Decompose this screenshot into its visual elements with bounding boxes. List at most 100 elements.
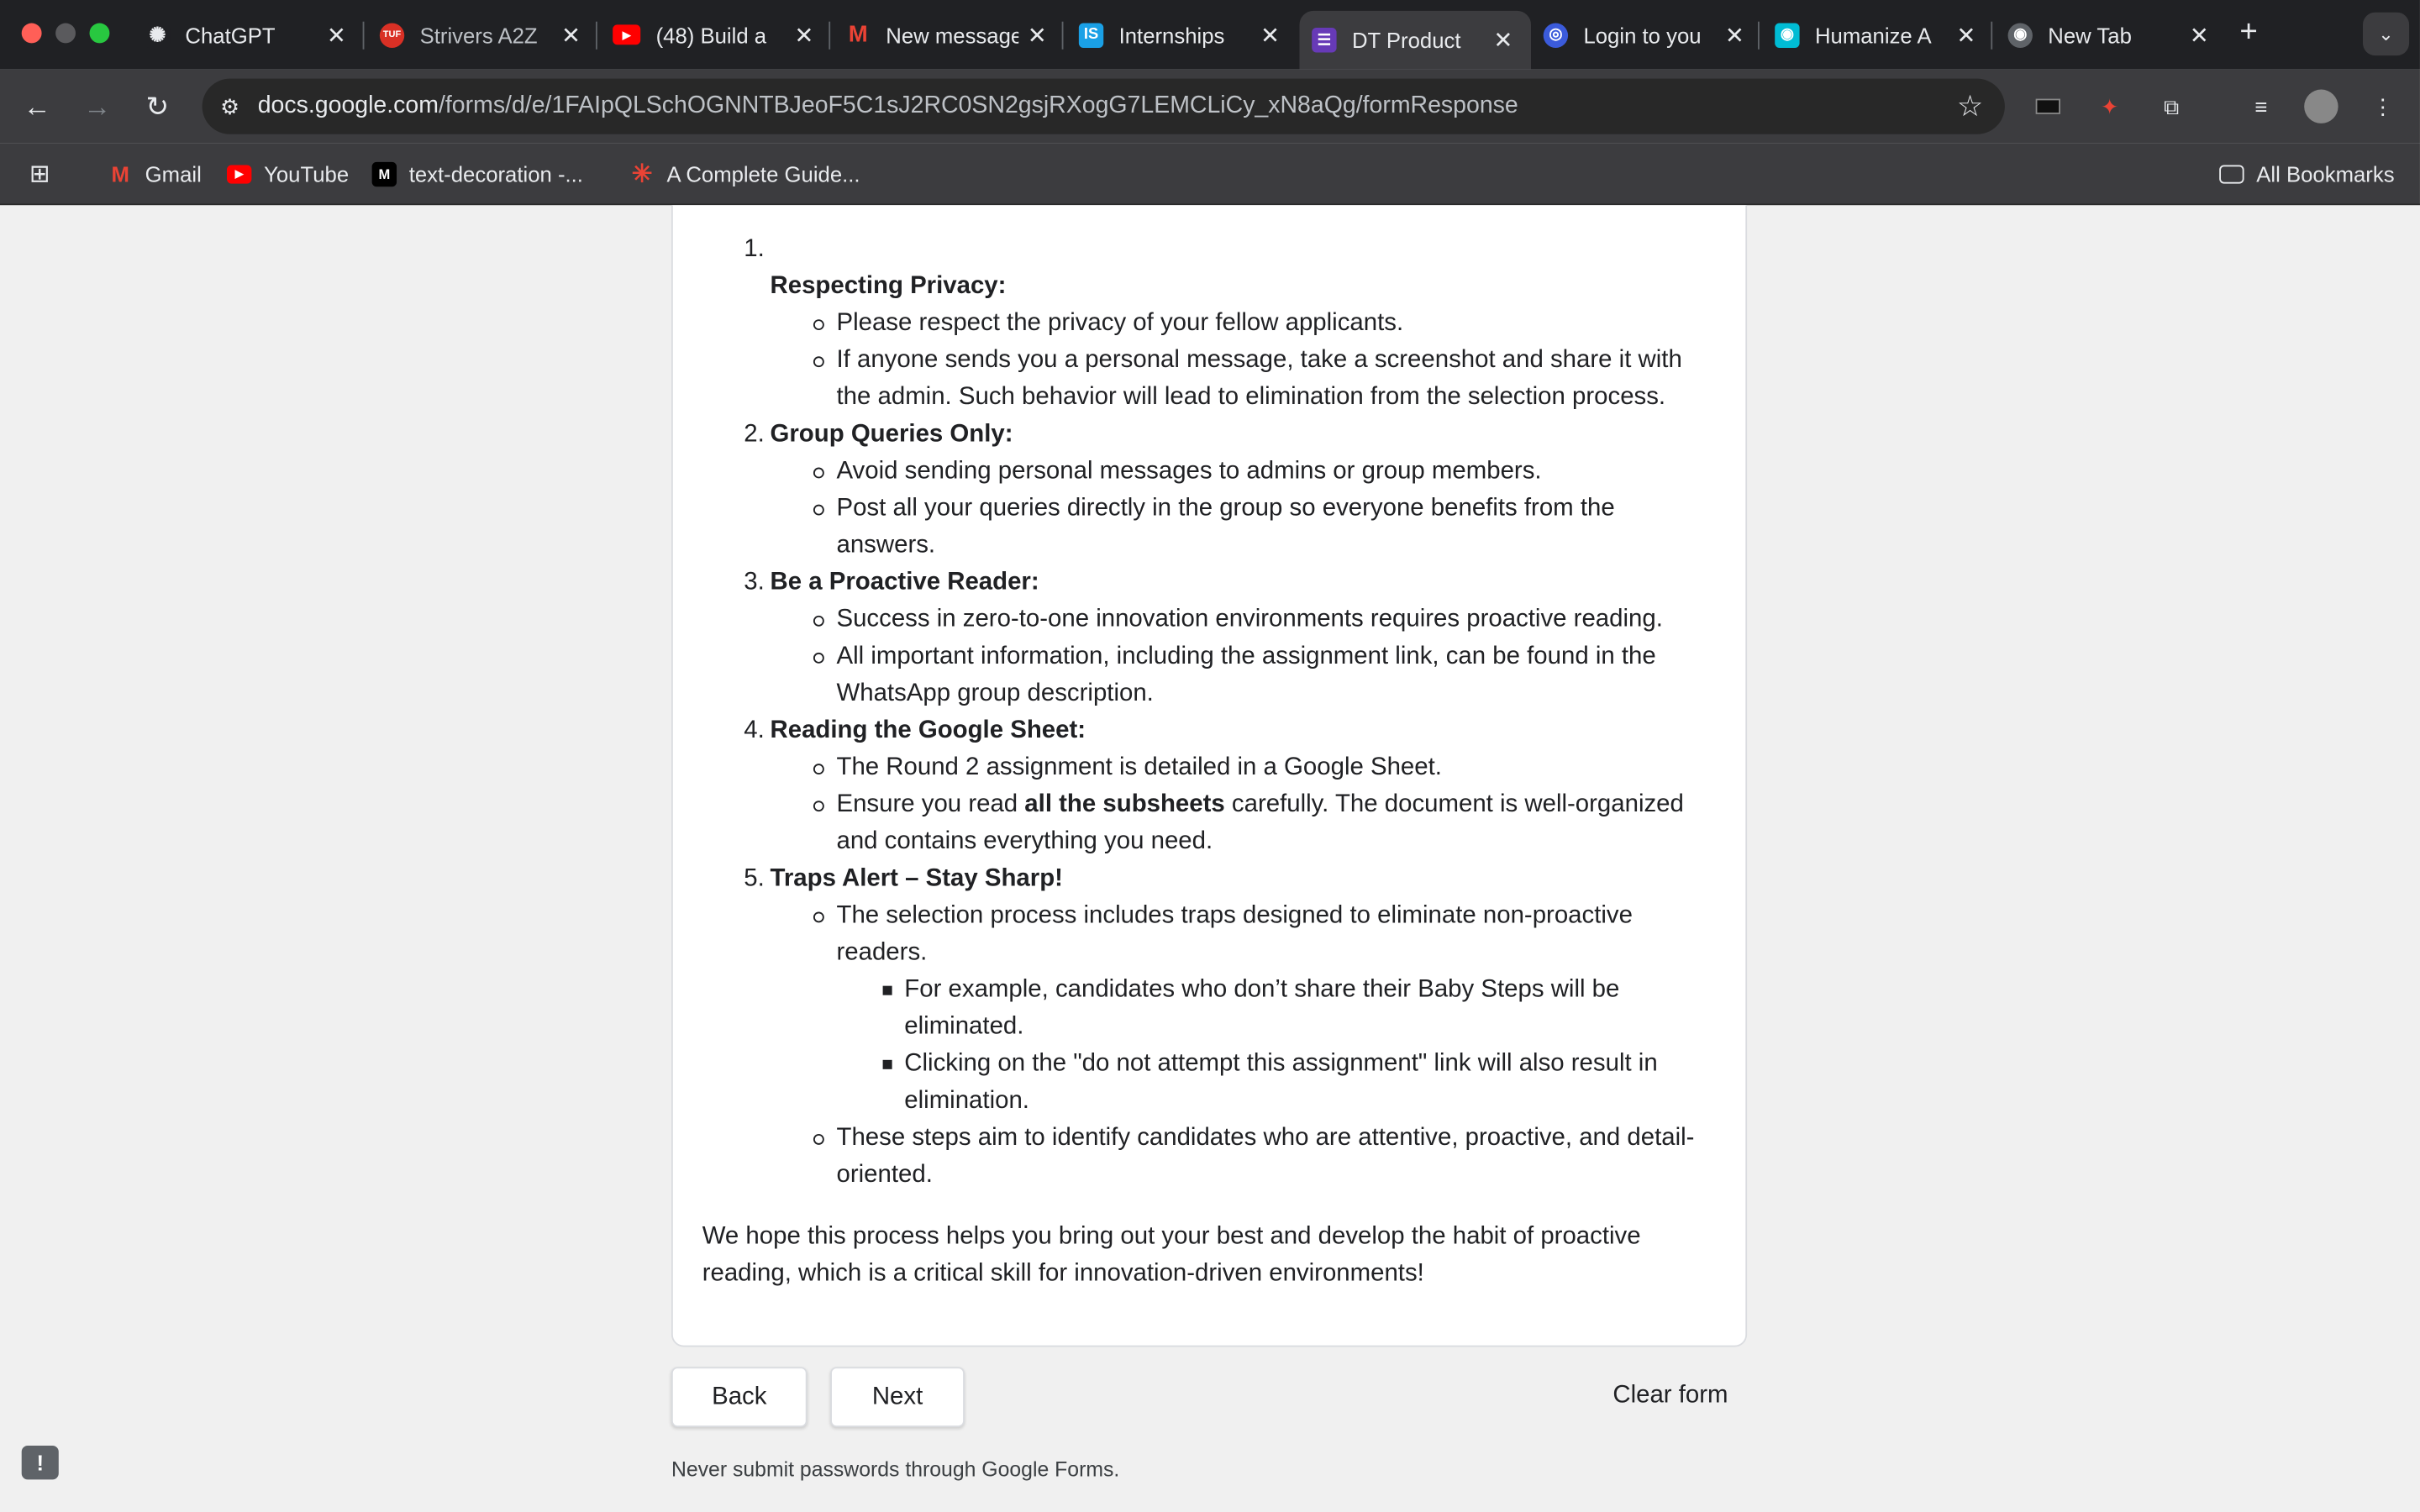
bullet-list: Success in zero-to-one innovation enviro…	[771, 601, 1706, 712]
bullet-list: The Round 2 assignment is detailed in a …	[771, 750, 1706, 861]
item-title: Reading the Google Sheet:	[770, 717, 1086, 744]
bullet-list: Avoid sending personal messages to admin…	[771, 454, 1706, 564]
bookmark-label: text-decoration -...	[408, 161, 583, 187]
item-number: 2.	[744, 421, 765, 448]
list-item: 3. Be a Proactive Reader: Success in zer…	[702, 564, 1706, 712]
media-controls-icon[interactable]: ≡	[2244, 90, 2278, 123]
tab-separator	[1991, 21, 1993, 50]
tab-youtube[interactable]: ▶ (48) Build a ✕	[600, 11, 832, 59]
close-icon[interactable]: ✕	[1716, 21, 1753, 49]
close-icon[interactable]: ✕	[786, 21, 823, 49]
close-icon[interactable]: ✕	[553, 21, 590, 49]
tab-gmail[interactable]: M New message ✕	[834, 11, 1065, 59]
back-icon[interactable]: ←	[18, 88, 55, 125]
bookmark-text-decoration[interactable]: M text-decoration -...	[371, 159, 583, 190]
mdn-icon: M	[371, 161, 397, 187]
maximize-window-button[interactable]	[89, 23, 110, 44]
tab-separator	[1758, 21, 1760, 50]
browser-toolbar: ← → ↻ ⚙ docs.google.com/forms/d/e/1FAIpQ…	[0, 69, 2420, 144]
new-tab-button[interactable]: +	[2232, 15, 2265, 49]
close-icon[interactable]: ✕	[2181, 21, 2217, 49]
bookmarks-bar: ⊞ M Gmail ▶ YouTube M text-decoration -.…	[0, 143, 2420, 206]
bold-text: all the subsheets	[1024, 791, 1225, 818]
close-icon[interactable]: ✕	[1948, 21, 1985, 49]
chatgpt-icon: ✺	[145, 22, 171, 48]
gmail-icon: M	[848, 21, 868, 48]
site-settings-icon[interactable]: ⚙	[203, 79, 258, 134]
bookmark-star-icon[interactable]: ☆	[1957, 90, 1983, 125]
bookmark-gmail[interactable]: M Gmail	[108, 159, 202, 190]
address-bar[interactable]: ⚙ docs.google.com/forms/d/e/1FAIpQLSchOG…	[202, 78, 2005, 134]
more-menu-icon[interactable]: ⋮	[2366, 90, 2400, 123]
tuf-icon: TUF	[379, 22, 405, 48]
tab-internships[interactable]: IS Internships ✕	[1066, 11, 1298, 59]
profile-avatar-icon[interactable]	[2304, 89, 2338, 123]
apps-grid-icon[interactable]: ⊞	[29, 159, 50, 190]
list-item: 2. Group Queries Only: Avoid sending per…	[702, 417, 1706, 564]
item-number: 5.	[744, 865, 765, 892]
tab-humanize[interactable]: ◉ Humanize A ✕	[1763, 11, 1995, 59]
minimize-window-button[interactable]	[55, 23, 76, 44]
tab-title: Login to you	[1583, 22, 1702, 48]
closing-paragraph: We hope this process helps you bring out…	[702, 1223, 1641, 1287]
bullet-item: These steps aim to identify candidates w…	[813, 1120, 1705, 1194]
list-item: 5. Traps Alert – Stay Sharp! The selecti…	[702, 861, 1706, 1194]
bullet-item: Success in zero-to-one innovation enviro…	[813, 601, 1705, 638]
tab-search-button[interactable]: ⌄	[2362, 12, 2410, 56]
item-number: 4.	[744, 717, 765, 744]
tab-title: Strivers A2Z	[419, 22, 538, 48]
bookmark-youtube[interactable]: ▶ YouTube	[226, 159, 349, 190]
bookmark-complete-guide[interactable]: ✳ A Complete Guide...	[629, 159, 860, 190]
bullet-item: The Round 2 assignment is detailed in a …	[813, 750, 1705, 787]
tab-dt-product[interactable]: ☰ DT Product ✕	[1299, 10, 1532, 70]
close-icon[interactable]: ✕	[1252, 21, 1289, 49]
item-title: Respecting Privacy:	[770, 273, 1007, 300]
next-button[interactable]: Next	[830, 1367, 965, 1427]
bookmark-label: A Complete Guide...	[666, 161, 860, 187]
tab-login[interactable]: ◎ Login to you ✕	[1531, 11, 1763, 59]
extensions-puzzle-icon[interactable]: ⧉	[2154, 90, 2188, 123]
tab-separator	[1061, 21, 1064, 50]
globe-icon: ◎	[1543, 22, 1569, 48]
form-description: 1. Respecting Privacy: Please respect th…	[702, 232, 1706, 1294]
bullet-item: Ensure you read all the subsheets carefu…	[813, 787, 1705, 861]
bullet-item: If anyone sends you a personal message, …	[813, 343, 1705, 417]
bullet-list: The selection process includes traps des…	[771, 898, 1706, 1194]
reload-icon[interactable]: ↻	[139, 88, 176, 125]
tab-title: New Tab	[2048, 22, 2132, 48]
item-number: 3.	[744, 569, 765, 596]
tab-separator	[595, 21, 597, 50]
tab-title: Humanize A	[1814, 22, 1932, 48]
list-item: 4. Reading the Google Sheet: The Round 2…	[702, 713, 1706, 861]
url-text[interactable]: docs.google.com/forms/d/e/1FAIpQLSchOGNN…	[258, 92, 1518, 120]
bullet-item: Please respect the privacy of your fello…	[813, 306, 1705, 343]
all-bookmarks[interactable]: All Bookmarks	[2219, 159, 2395, 190]
sub-bullet-item: Clicking on the "do not attempt this ass…	[882, 1046, 1705, 1120]
close-icon[interactable]: ✕	[1018, 21, 1055, 49]
youtube-icon: ▶	[226, 165, 252, 184]
gmail-icon: M	[111, 161, 129, 187]
color-picker-extension-icon[interactable]: ✦	[2093, 90, 2127, 123]
tab-title: (48) Build a	[655, 22, 767, 48]
tab-strivers[interactable]: TUF Strivers A2Z ✕	[367, 11, 599, 59]
back-button[interactable]: Back	[671, 1367, 808, 1427]
item-number: 1.	[744, 236, 765, 263]
url-path: /forms/d/e/1FAIpQLSchOGNNTBJeoF5C1sJ2RC0…	[438, 92, 1518, 119]
tab-new-tab[interactable]: ◉ New Tab ✕	[1996, 11, 2228, 59]
clear-form-button[interactable]: Clear form	[1612, 1383, 1728, 1410]
close-icon[interactable]: ✕	[318, 21, 355, 49]
extension-keyboard-icon[interactable]	[2031, 90, 2065, 123]
rules-list: 1. Respecting Privacy: Please respect th…	[702, 232, 1706, 1194]
bullet-item: All important information, including the…	[813, 638, 1705, 712]
close-window-button[interactable]	[21, 23, 42, 44]
bullet-text: Ensure you read	[836, 791, 1025, 818]
folder-icon	[2219, 165, 2244, 184]
forms-icon: ☰	[1312, 28, 1337, 53]
item-title: Be a Proactive Reader:	[770, 569, 1039, 596]
close-icon[interactable]: ✕	[1485, 26, 1522, 54]
asterisk-icon: ✳	[631, 161, 653, 189]
tab-chatgpt[interactable]: ✺ ChatGPT ✕	[133, 11, 365, 59]
feedback-icon[interactable]: !	[21, 1445, 59, 1480]
forward-icon[interactable]: →	[79, 88, 116, 125]
youtube-icon: ▶	[613, 24, 641, 45]
